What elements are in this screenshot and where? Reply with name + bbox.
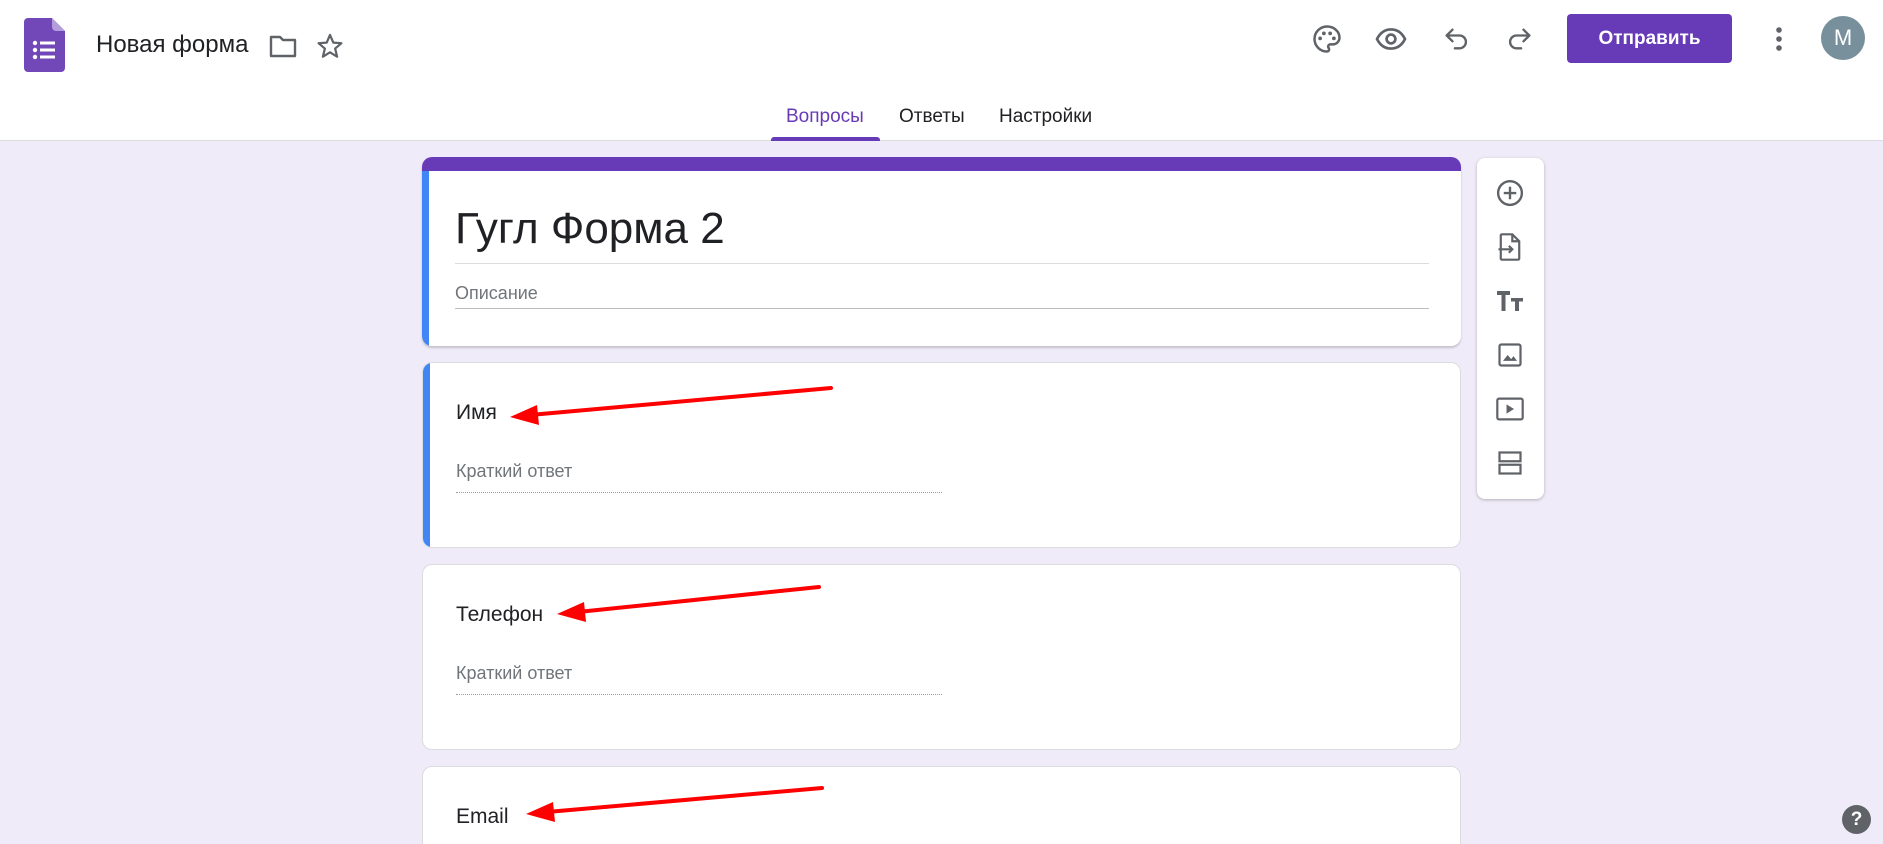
active-tab-indicator bbox=[771, 137, 880, 141]
title-card-accent-bar bbox=[422, 157, 1461, 171]
add-title-icon[interactable] bbox=[1494, 285, 1526, 317]
tab-questions[interactable]: Вопросы bbox=[786, 106, 864, 128]
tab-settings[interactable]: Настройки bbox=[999, 106, 1092, 128]
answer-underline bbox=[456, 694, 942, 695]
tab-bar: Вопросы Ответы Настройки bbox=[0, 100, 1883, 141]
eye-icon[interactable] bbox=[1374, 22, 1408, 56]
folder-icon[interactable] bbox=[267, 32, 299, 60]
focus-indicator bbox=[423, 363, 430, 547]
document-title[interactable]: Новая форма bbox=[96, 31, 248, 59]
palette-icon[interactable] bbox=[1310, 22, 1344, 56]
form-title-card[interactable]: Гугл Форма 2 Описание bbox=[422, 157, 1461, 346]
add-section-icon[interactable] bbox=[1494, 447, 1526, 479]
add-question-icon[interactable] bbox=[1494, 177, 1526, 209]
short-answer-placeholder: Краткий ответ bbox=[456, 663, 573, 683]
answer-underline bbox=[456, 492, 942, 493]
short-answer-placeholder: Краткий ответ bbox=[456, 461, 573, 481]
import-questions-icon[interactable] bbox=[1494, 231, 1526, 263]
question-title[interactable]: Телефон bbox=[456, 603, 543, 627]
forms-app-icon[interactable] bbox=[24, 18, 65, 72]
app-header: Новая форма Отправить M Вопросы Ответы Н… bbox=[0, 0, 1883, 141]
more-vert-icon[interactable] bbox=[1764, 22, 1794, 56]
form-description-field[interactable]: Описание bbox=[455, 283, 538, 304]
divider bbox=[455, 263, 1429, 264]
add-video-icon[interactable] bbox=[1494, 393, 1526, 425]
question-card-phone[interactable]: Телефон Краткий ответ bbox=[422, 564, 1461, 750]
focus-indicator bbox=[422, 171, 429, 346]
form-title[interactable]: Гугл Форма 2 bbox=[455, 204, 725, 254]
question-title[interactable]: Имя bbox=[456, 401, 497, 425]
tab-responses[interactable]: Ответы bbox=[899, 106, 965, 128]
add-image-icon[interactable] bbox=[1494, 339, 1526, 371]
question-card-email[interactable]: Email bbox=[422, 766, 1461, 844]
question-title[interactable]: Email bbox=[456, 805, 509, 829]
undo-icon[interactable] bbox=[1439, 22, 1473, 56]
send-button[interactable]: Отправить bbox=[1567, 14, 1732, 63]
avatar[interactable]: M bbox=[1821, 16, 1865, 60]
divider bbox=[455, 308, 1429, 309]
redo-icon[interactable] bbox=[1503, 22, 1537, 56]
floating-toolbar bbox=[1477, 158, 1544, 499]
question-card-name[interactable]: Имя Краткий ответ bbox=[422, 362, 1461, 548]
help-icon[interactable]: ? bbox=[1842, 805, 1871, 834]
star-icon[interactable] bbox=[314, 30, 346, 62]
